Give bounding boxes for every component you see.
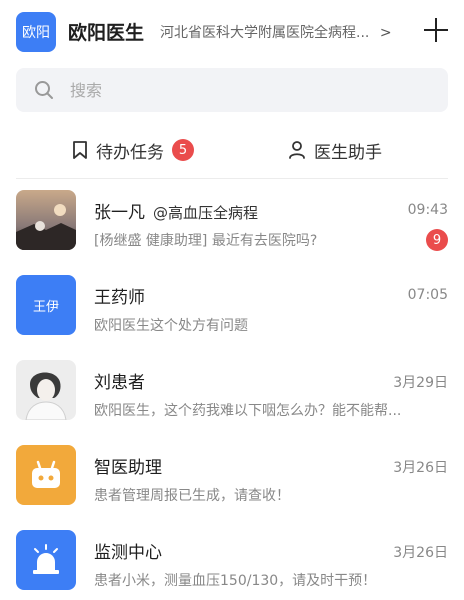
timestamp: 09:43 <box>407 202 448 218</box>
search-bar[interactable] <box>16 68 448 112</box>
conversation-item[interactable]: 刘患者 3月29日 欧阳医生，这个药我难以下咽怎么办？能不能帮... <box>0 356 464 440</box>
alarm-icon <box>16 530 76 590</box>
photo-avatar <box>16 360 76 420</box>
tab-todo-label: 待办任务 <box>96 142 164 163</box>
conversation-item[interactable]: 张一凡 @高血压全病程 09:43 [杨继盛 健康助理] 最近有去医院吗? 9 <box>0 186 464 270</box>
message-preview: 欧阳医生，这个药我难以下咽怎么办？能不能帮... <box>94 403 402 419</box>
robot-icon <box>16 445 76 505</box>
search-icon <box>35 81 53 99</box>
message-preview: 患者管理周报已生成，请查收！ <box>94 488 290 504</box>
chevron-right-icon: > <box>379 25 392 41</box>
contact-name: 智医助理 <box>94 458 162 478</box>
message-preview: 患者小米，测量血压150/130，请及时干预！ <box>94 573 377 589</box>
message-preview: [杨继盛 健康助理] 最近有去医院吗? <box>94 233 318 249</box>
conversation-item[interactable]: 监测中心 3月26日 患者小米，测量血压150/130，请及时干预！ <box>0 526 464 600</box>
header: 欧阳 欧阳医生 河北省医科大学附属医院全病程... > <box>0 0 464 64</box>
add-button[interactable] <box>420 14 452 46</box>
timestamp: 3月29日 <box>393 375 448 391</box>
divider <box>16 178 448 179</box>
person-icon <box>289 141 305 159</box>
doctor-name: 欧阳医生 <box>68 22 145 44</box>
tab-assistant[interactable]: 医生助手 <box>288 128 382 172</box>
tab-bar: 待办任务 5 医生助手 <box>0 128 464 176</box>
text-avatar: 王伊 <box>16 275 76 335</box>
contact-name: 张一凡 <box>94 203 145 223</box>
todo-count-badge: 5 <box>172 139 194 161</box>
contact-name: 王药师 <box>94 288 145 308</box>
tab-todo[interactable]: 待办任务 5 <box>72 128 194 172</box>
contact-name: 刘患者 <box>94 373 145 393</box>
conversation-item[interactable]: 王伊 王药师 07:05 欧阳医生这个处方有问题 <box>0 271 464 355</box>
search-input[interactable] <box>70 68 430 112</box>
hospital-name: 河北省医科大学附属医院全病程... <box>160 25 370 41</box>
unread-badge: 9 <box>426 229 448 251</box>
timestamp: 07:05 <box>407 287 448 303</box>
bookmark-icon <box>73 141 87 159</box>
timestamp: 3月26日 <box>393 460 448 476</box>
message-preview: 欧阳医生这个处方有问题 <box>94 318 248 334</box>
conversation-title: 张一凡 @高血压全病程 <box>94 198 258 223</box>
doctor-avatar[interactable]: 欧阳 <box>16 12 56 52</box>
group-tag: @高血压全病程 <box>153 204 259 222</box>
contact-name: 监测中心 <box>94 543 162 563</box>
timestamp: 3月26日 <box>393 545 448 561</box>
tab-assistant-label: 医生助手 <box>314 142 382 163</box>
conversation-item[interactable]: 智医助理 3月26日 患者管理周报已生成，请查收！ <box>0 441 464 525</box>
hospital-selector[interactable]: 河北省医科大学附属医院全病程... > <box>160 22 392 42</box>
photo-avatar <box>16 190 76 250</box>
